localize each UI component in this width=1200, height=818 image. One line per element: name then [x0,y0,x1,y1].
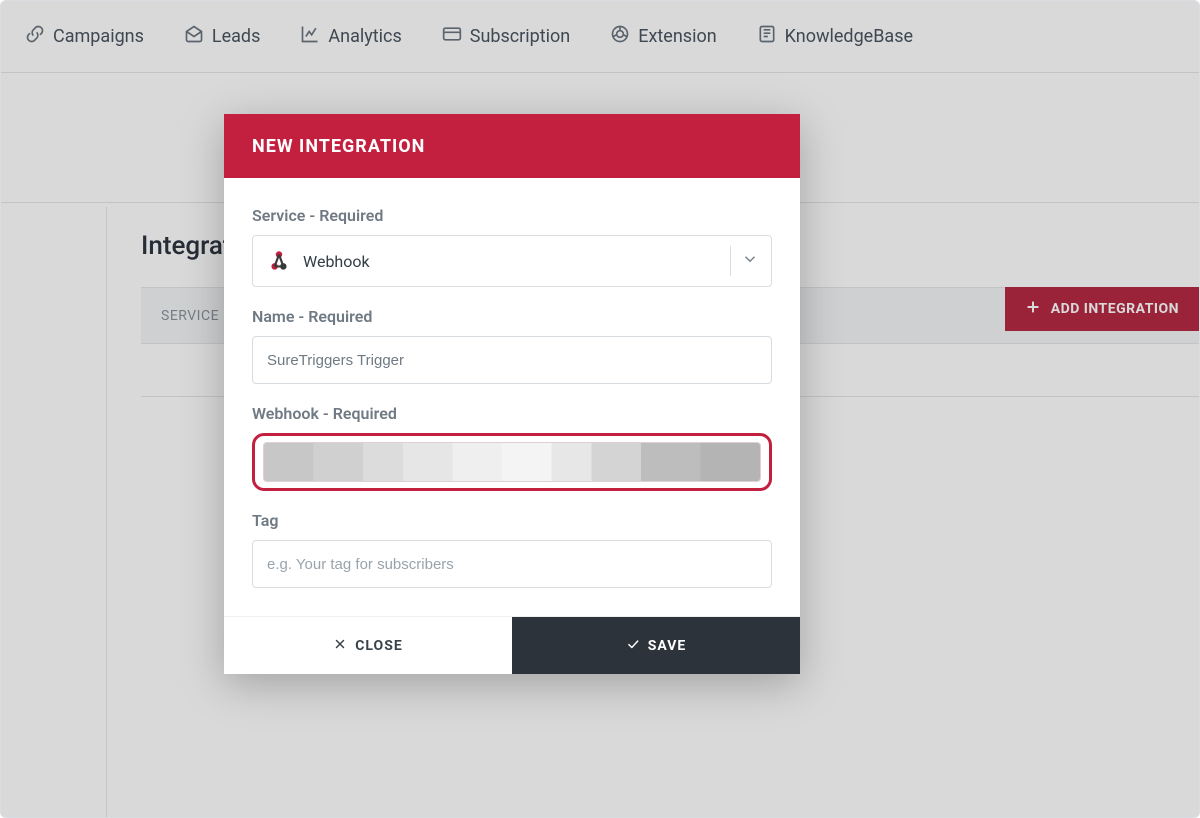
tag-input[interactable] [252,540,772,588]
webhook-icon [265,247,293,275]
button-label: SAVE [648,638,687,654]
webhook-input-redacted[interactable] [263,442,761,482]
label-tag: Tag [252,511,772,530]
app-frame: Campaigns Leads Analytics Subscription E… [0,0,1200,818]
modal-title: NEW INTEGRATION [252,136,425,157]
button-label: CLOSE [355,638,402,654]
modal-footer: CLOSE SAVE [224,616,800,674]
label-service: Service - Required [252,206,772,225]
close-icon [333,637,347,655]
webhook-highlight [252,433,772,491]
label-name: Name - Required [252,307,772,326]
field-service: Service - Required Webhook [252,206,772,287]
service-selected-value: Webhook [303,252,726,271]
check-icon [626,637,640,655]
separator [730,246,731,276]
save-button[interactable]: SAVE [512,617,800,674]
modal-body: Service - Required Webhook Name - Requir… [224,178,800,616]
new-integration-modal: NEW INTEGRATION Service - Required Webho… [224,114,800,674]
close-button[interactable]: CLOSE [224,617,512,674]
service-select[interactable]: Webhook [252,235,772,287]
name-input[interactable] [252,336,772,384]
field-name: Name - Required [252,307,772,384]
field-tag: Tag [252,511,772,588]
label-webhook: Webhook - Required [252,404,772,423]
chevron-down-icon [741,250,759,272]
modal-header: NEW INTEGRATION [224,114,800,178]
field-webhook: Webhook - Required [252,404,772,491]
